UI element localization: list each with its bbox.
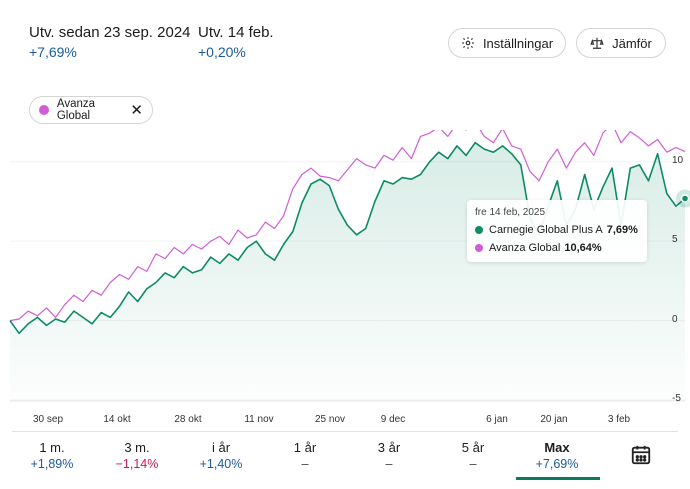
x-tick-label: 28 okt [174,414,202,425]
x-tick-label: 11 nov [244,414,274,425]
series2-dot [475,244,483,252]
x-tick-label: 3 feb [607,414,631,425]
settings-button[interactable]: Inställningar [448,28,566,58]
scale-icon [590,37,604,49]
period-value: +1,40% [199,457,243,471]
chart-tooltip: fre 14 feb, 2025 Carnegie Global Plus A … [467,200,647,262]
period-value: +7,69% [535,457,579,471]
x-tick-label: 20 jan [540,414,568,425]
compare-button-label: Jämför [612,35,652,51]
gear-icon [462,37,474,49]
period-tab[interactable]: 3 m. −1,14% [102,440,172,471]
x-tick-label: 14 okt [103,414,131,425]
series1-dot [475,226,483,234]
period-tab[interactable]: i år +1,40% [186,440,256,471]
y-tick-label: 5 [672,234,678,246]
tooltip-series2-name: Avanza Global [489,242,561,254]
period-label: 5 år [461,440,485,455]
x-tick-label: 25 nov [314,414,346,425]
period-label: 1 m. [39,440,65,455]
hover-marker [680,194,690,203]
compare-chip[interactable]: Avanza Global ✕ [29,96,153,124]
close-icon[interactable]: ✕ [130,103,143,118]
since-value: +7,69% [29,44,77,60]
tooltip-series1-name: Carnegie Global Plus A [489,224,603,236]
period-value: – [301,457,309,471]
tooltip-date: fre 14 feb, 2025 [475,207,546,218]
series-area-carnegie [10,142,685,400]
line-chart[interactable] [0,130,690,410]
period-value: – [385,457,393,471]
period-tab[interactable]: 3 år – [354,440,424,471]
period-value: −1,14% [115,457,159,471]
settings-button-label: Inställningar [482,35,554,51]
day-label: Utv. 14 feb. [198,24,274,41]
period-tab[interactable]: Max +7,69% [522,440,592,471]
period-tab[interactable]: 1 år – [270,440,340,471]
x-tick-label: 6 jan [486,414,508,425]
chip-color-dot [39,105,49,115]
period-value: +1,89% [30,457,74,471]
period-tab[interactable]: 5 år – [438,440,508,471]
y-tick-label: 10 [672,154,684,166]
calendar-icon[interactable] [630,444,652,466]
active-period-underline [516,477,600,480]
tooltip-row-series1: Carnegie Global Plus A 7,69% [475,224,638,236]
tooltip-row-series2: Avanza Global 10,64% [475,242,602,254]
period-label: i år [211,440,231,455]
period-label: Max [544,440,570,455]
x-tick-label: 9 dec [380,414,406,425]
tooltip-series2-value: 10,64% [564,242,602,254]
chip-label: Avanza Global [56,98,96,122]
y-tick-label: 0 [672,313,678,325]
x-tick-label: 30 sep [32,414,64,425]
chart-card: Utv. sedan 23 sep. 2024 +7,69% Utv. 14 f… [0,0,690,489]
period-label: 3 m. [124,440,150,455]
day-value: +0,20% [198,44,246,60]
tooltip-series1-value: 7,69% [606,224,638,236]
period-value: – [469,457,477,471]
y-tick-label: -5 [672,393,681,404]
period-label: 3 år [377,440,401,455]
period-label: 1 år [293,440,317,455]
compare-button[interactable]: Jämför [576,28,666,58]
since-label: Utv. sedan 23 sep. 2024 [29,24,191,41]
period-tab[interactable]: 1 m. +1,89% [17,440,87,471]
